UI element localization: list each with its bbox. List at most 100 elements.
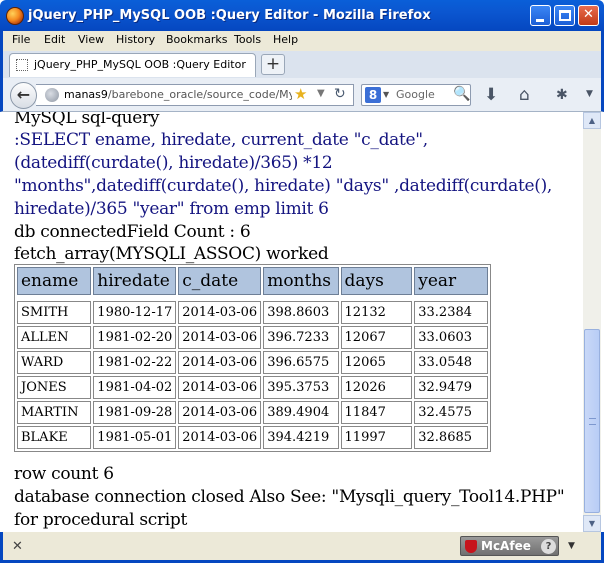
table-cell: 1981-09-28 xyxy=(93,401,177,424)
table-cell: 1981-02-20 xyxy=(93,326,177,349)
table-cell: 1981-05-01 xyxy=(93,426,177,449)
table-row: WARD 1981-02-22 2014-03-06 396.6575 1206… xyxy=(17,351,488,374)
table-header-row: ename hiredate c_date months days year xyxy=(17,267,488,295)
table-cell: 396.7233 xyxy=(263,326,339,349)
table-cell: BLAKE xyxy=(17,426,92,449)
mcafee-help-icon[interactable]: ? xyxy=(541,539,556,554)
table-cell: 12065 xyxy=(340,351,413,374)
table-cell: 11997 xyxy=(340,426,413,449)
menu-bar: File Edit View History Bookmarks Tools H… xyxy=(0,31,604,51)
table-cell: 33.0603 xyxy=(414,326,488,349)
search-engine-dropdown-icon[interactable]: ▼ xyxy=(383,90,389,99)
menu-history[interactable]: History xyxy=(116,33,155,46)
column-header: hiredate xyxy=(93,267,177,295)
table-cell: 389.4904 xyxy=(263,401,339,424)
google-search-engine-icon[interactable]: 8 xyxy=(365,87,381,103)
url-text[interactable]: manas9/barebone_oracle/source_code/Mysql… xyxy=(64,88,292,101)
menu-view[interactable]: View xyxy=(78,33,104,46)
toolbar-menu-icon[interactable]: ▼ xyxy=(586,89,593,99)
mcafee-button[interactable]: McAfee ? xyxy=(460,536,559,556)
query-heading: MySQL sql-query xyxy=(14,112,160,128)
table-cell: 11847 xyxy=(340,401,413,424)
search-input[interactable]: Google xyxy=(396,88,435,101)
minimize-icon xyxy=(536,19,544,22)
globe-icon xyxy=(45,88,59,102)
vertical-scrollbar[interactable]: ▲ ▼ xyxy=(583,112,601,532)
table-cell: 33.0548 xyxy=(414,351,488,374)
reload-icon[interactable]: ↻ xyxy=(334,86,346,102)
table-cell: SMITH xyxy=(17,301,92,324)
table-cell: 12067 xyxy=(340,326,413,349)
query-line: (datediff(curdate(), hiredate)/365) *12 xyxy=(14,153,333,173)
mcafee-shield-icon xyxy=(465,540,477,553)
column-header: year xyxy=(414,267,488,295)
table-row: MARTIN 1981-09-28 2014-03-06 389.4904 11… xyxy=(17,401,488,424)
title-bar: jQuery_PHP_MySQL OOB :Query Editor - Moz… xyxy=(0,0,604,31)
back-arrow-icon: ← xyxy=(16,85,31,104)
query-line: :SELECT ename, hiredate, current_date "c… xyxy=(14,130,428,150)
table-cell: 2014-03-06 xyxy=(178,401,262,424)
table-cell: WARD xyxy=(17,351,92,374)
table-cell: MARTIN xyxy=(17,401,92,424)
table-row: BLAKE 1981-05-01 2014-03-06 394.4219 119… xyxy=(17,426,488,449)
table-cell: JONES xyxy=(17,376,92,399)
back-button[interactable]: ← xyxy=(10,82,37,109)
menu-help[interactable]: Help xyxy=(273,33,298,46)
query-line: "months",datediff(curdate(), hiredate) "… xyxy=(14,176,553,196)
url-bar[interactable]: manas9/barebone_oracle/source_code/Mysql… xyxy=(36,84,354,106)
home-icon[interactable]: ⌂ xyxy=(519,85,530,105)
table-cell: 398.8603 xyxy=(263,301,339,324)
addon-bug-icon[interactable]: ✱ xyxy=(556,87,568,103)
maximize-button[interactable] xyxy=(554,5,575,26)
search-bar[interactable]: 8 ▼ Google 🔍 xyxy=(361,84,471,106)
url-host: manas9 xyxy=(64,88,108,101)
table-cell: 32.4575 xyxy=(414,401,488,424)
scroll-up-arrow-icon[interactable]: ▲ xyxy=(583,112,601,129)
page-content: MySQL sql-query :SELECT ename, hiredate,… xyxy=(3,112,583,532)
table-cell: 396.6575 xyxy=(263,351,339,374)
table-cell: 2014-03-06 xyxy=(178,351,262,374)
table-cell: ALLEN xyxy=(17,326,92,349)
menu-bookmarks[interactable]: Bookmarks xyxy=(166,33,227,46)
table-cell: 33.2384 xyxy=(414,301,488,324)
scrollbar-thumb[interactable] xyxy=(584,329,600,513)
status-bar: ✕ McAfee ? ▼ xyxy=(0,532,604,563)
menu-tools[interactable]: Tools xyxy=(234,33,261,46)
download-icon[interactable]: ⬇ xyxy=(484,85,498,105)
thumb-grip-icon xyxy=(589,418,596,425)
table-cell: 2014-03-06 xyxy=(178,376,262,399)
spacer-row xyxy=(17,297,488,299)
new-tab-button[interactable]: + xyxy=(261,54,285,75)
menu-file[interactable]: File xyxy=(12,33,30,46)
tab-label: jQuery_PHP_MySQL OOB :Query Editor xyxy=(34,58,246,71)
menu-edit[interactable]: Edit xyxy=(44,33,65,46)
procedural-script-text: for procedural script xyxy=(14,510,188,530)
table-cell: 1980-12-17 xyxy=(93,301,177,324)
table-cell: 395.3753 xyxy=(263,376,339,399)
search-magnifier-icon[interactable]: 🔍 xyxy=(453,86,470,102)
scroll-down-arrow-icon[interactable]: ▼ xyxy=(583,515,601,532)
close-button[interactable]: ✕ xyxy=(578,5,599,26)
tab-query-editor[interactable]: jQuery_PHP_MySQL OOB :Query Editor xyxy=(9,53,256,77)
result-table: ename hiredate c_date months days year S… xyxy=(14,264,491,452)
column-header: ename xyxy=(17,267,92,295)
column-header: months xyxy=(263,267,339,295)
connected-status: db connectedField Count : 6 xyxy=(14,222,251,242)
minimize-button[interactable] xyxy=(530,5,551,26)
connection-closed-text: database connection closed Also See: "My… xyxy=(14,487,565,507)
column-header: c_date xyxy=(178,267,262,295)
url-dropdown-icon[interactable]: ▼ xyxy=(317,88,325,99)
table-cell: 1981-04-02 xyxy=(93,376,177,399)
row-count: row count 6 xyxy=(14,464,114,484)
table-cell: 2014-03-06 xyxy=(178,426,262,449)
url-path: /barebone_oracle/source_code/Mysqli_ xyxy=(107,88,292,101)
mcafee-dropdown-icon[interactable]: ▼ xyxy=(568,541,575,551)
navigation-bar: manas9/barebone_oracle/source_code/Mysql… xyxy=(0,78,604,112)
table-cell: 32.8685 xyxy=(414,426,488,449)
mcafee-label: McAfee xyxy=(481,539,531,553)
tab-bar: jQuery_PHP_MySQL OOB :Query Editor + xyxy=(0,51,604,78)
addon-bar-close-icon[interactable]: ✕ xyxy=(12,539,23,554)
table-cell: 1981-02-22 xyxy=(93,351,177,374)
fetch-status: fetch_array(MYSQLI_ASSOC) worked xyxy=(14,244,329,264)
bookmark-star-icon[interactable]: ★ xyxy=(294,85,307,103)
